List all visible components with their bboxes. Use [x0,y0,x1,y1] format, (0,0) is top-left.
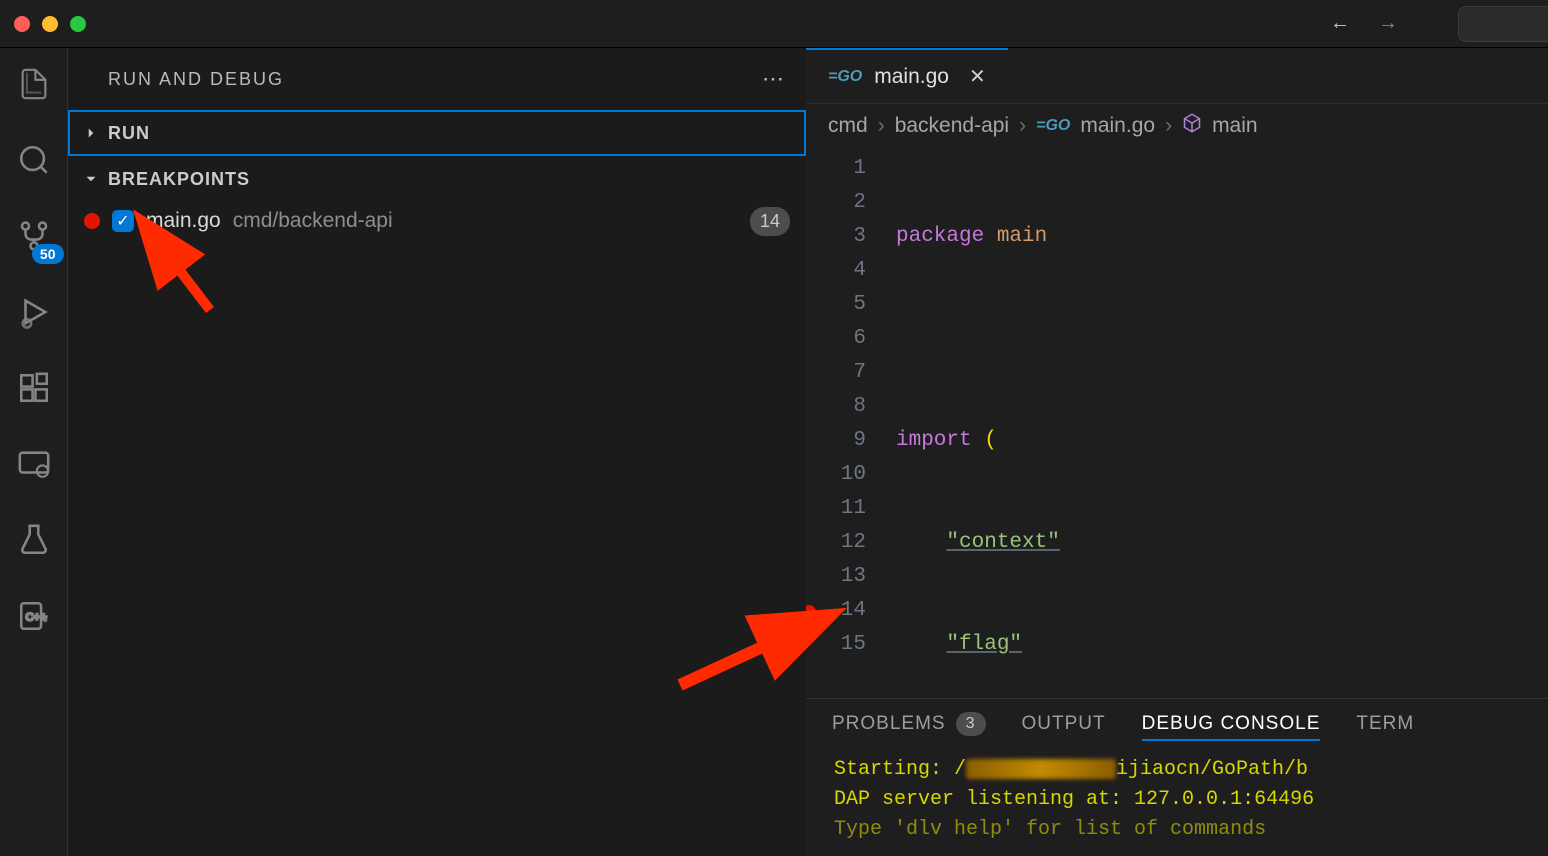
console-line: Type 'dlv help' for list of commands [834,815,1520,845]
close-window[interactable] [14,16,30,32]
line-number: 12 [806,526,866,560]
line-number: 14 [806,594,866,628]
panel-tabs: PROBLEMS 3 OUTPUT DEBUG CONSOLE TERM [806,699,1548,749]
code-editor[interactable]: 1 2 3 4 5 6 7 8 9 10 11 12 13 14 15 pack… [806,148,1548,698]
more-actions-icon[interactable]: ⋯ [762,66,786,92]
breakpoint-marker-icon[interactable] [806,605,816,619]
breadcrumb-segment[interactable]: backend-api [895,114,1009,138]
problems-badge: 3 [956,712,986,736]
panel-tab-terminal[interactable]: TERM [1356,713,1414,735]
line-number: 11 [806,492,866,526]
tab-bar: =GO main.go ✕ [806,48,1548,104]
breakpoint-item[interactable]: ✓ main.go cmd/backend-api 14 [70,200,804,242]
extensions-icon[interactable] [16,370,52,406]
go-file-icon: =GO [1036,117,1070,135]
gutter: 1 2 3 4 5 6 7 8 9 10 11 12 13 14 15 [806,148,896,698]
line-number: 2 [806,186,866,220]
line-number: 13 [806,560,866,594]
titlebar: ← → [0,0,1548,48]
explorer-icon[interactable] [16,66,52,102]
line-number: 3 [806,220,866,254]
close-tab-icon[interactable]: ✕ [969,64,986,89]
debug-console-output[interactable]: Starting: /ijiaocn/GoPath/b DAP server l… [806,749,1548,851]
breakpoint-dot-icon [84,213,100,229]
nav-back-icon[interactable]: ← [1330,12,1350,35]
line-number: 5 [806,288,866,322]
testing-icon[interactable] [16,522,52,558]
breadcrumb-segment[interactable]: main [1212,114,1258,138]
panel-tab-problems[interactable]: PROBLEMS 3 [832,712,986,736]
command-center[interactable] [1458,6,1548,42]
panel-tab-debug-console[interactable]: DEBUG CONSOLE [1142,713,1321,741]
line-number: 1 [806,152,866,186]
source-control-icon[interactable]: 50 [16,218,52,254]
chevron-down-icon [82,170,100,188]
line-number: 7 [806,356,866,390]
breakpoint-checkbox[interactable]: ✓ [112,210,134,232]
tab-filename: main.go [874,65,949,89]
chevron-right-icon: › [1019,114,1026,138]
sidebar: RUN AND DEBUG ⋯ RUN BREAKPOINTS ✓ main.g [68,48,806,856]
line-number: 4 [806,254,866,288]
nav-arrows: ← → [1330,12,1398,35]
bottom-panel: PROBLEMS 3 OUTPUT DEBUG CONSOLE TERM Sta… [806,698,1548,856]
line-number: 9 [806,424,866,458]
breadcrumb[interactable]: cmd › backend-api › =GO main.go › main [806,104,1548,148]
breakpoints-section: BREAKPOINTS ✓ main.go cmd/backend-api 14 [68,156,806,244]
chevron-right-icon: › [878,114,885,138]
editor-area: =GO main.go ✕ cmd › backend-api › =GO ma… [806,48,1548,856]
chevron-right-icon: › [1165,114,1172,138]
breadcrumb-segment[interactable]: main.go [1080,114,1155,138]
minimize-window[interactable] [42,16,58,32]
breakpoint-path: cmd/backend-api [233,209,393,233]
breakpoints-header[interactable]: BREAKPOINTS [70,158,804,200]
svg-text:C++: C++ [25,611,47,623]
source-control-badge: 50 [32,244,64,264]
code-content[interactable]: package main import ( "context" "flag" "… [896,148,1548,698]
line-number: 8 [806,390,866,424]
run-section[interactable]: RUN [68,110,806,156]
run-debug-icon[interactable] [16,294,52,330]
chevron-right-icon [82,124,100,142]
sidebar-title: RUN AND DEBUG [108,69,284,90]
activity-bar: 50 C++ [0,48,68,856]
redacted-path [966,759,1116,779]
breakpoint-filename: main.go [146,209,221,233]
breadcrumb-segment[interactable]: cmd [828,114,868,138]
line-number: 6 [806,322,866,356]
line-number: 10 [806,458,866,492]
symbol-icon [1182,113,1202,139]
sidebar-header: RUN AND DEBUG ⋯ [68,48,806,110]
remote-icon[interactable] [16,446,52,482]
nav-forward-icon[interactable]: → [1378,12,1398,35]
console-line: Starting: /ijiaocn/GoPath/b [834,755,1520,785]
window-controls [14,16,86,32]
breakpoint-line-badge: 14 [750,207,790,236]
console-line: DAP server listening at: 127.0.0.1:64496 [834,785,1520,815]
panel-tab-output[interactable]: OUTPUT [1022,713,1106,735]
editor-tab[interactable]: =GO main.go ✕ [806,48,1008,103]
go-file-icon: =GO [828,68,862,86]
search-icon[interactable] [16,142,52,178]
maximize-window[interactable] [70,16,86,32]
breakpoints-section-label: BREAKPOINTS [108,169,250,190]
run-section-label: RUN [108,123,150,144]
cpp-icon[interactable]: C++ [16,598,52,634]
line-number: 15 [806,628,866,662]
